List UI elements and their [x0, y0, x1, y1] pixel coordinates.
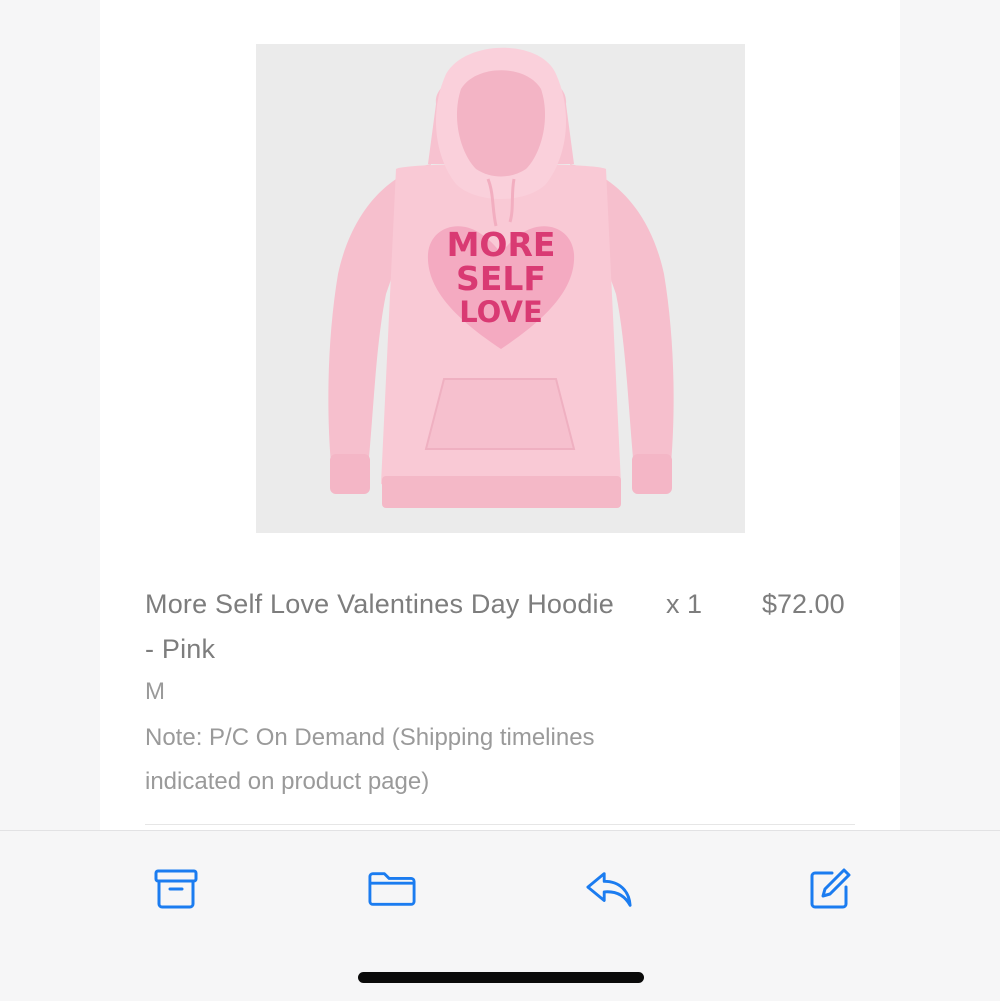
product-variant: M: [145, 678, 165, 705]
compose-button[interactable]: [806, 865, 854, 913]
print-line-2: SELF: [456, 259, 546, 298]
home-indicator[interactable]: [358, 972, 644, 983]
reply-button[interactable]: [585, 865, 633, 913]
product-image: MORE SELF LOVE: [256, 44, 745, 533]
compose-icon: [810, 868, 851, 909]
reply-icon: [586, 872, 632, 907]
product-quantity: x 1: [666, 589, 703, 619]
product-price: $72.00: [762, 589, 845, 619]
archive-button[interactable]: [152, 865, 200, 913]
move-to-folder-button[interactable]: [368, 865, 416, 913]
archive-icon: [154, 869, 198, 909]
print-line-3: LOVE: [459, 295, 543, 329]
product-note: Note: P/C On Demand (Shipping timelines …: [145, 724, 595, 795]
product-title: More Self Love Valentines Day Hoodie - P…: [145, 589, 614, 664]
divider: [145, 824, 855, 825]
bottom-toolbar: [0, 830, 1000, 1001]
folder-icon: [368, 872, 416, 906]
